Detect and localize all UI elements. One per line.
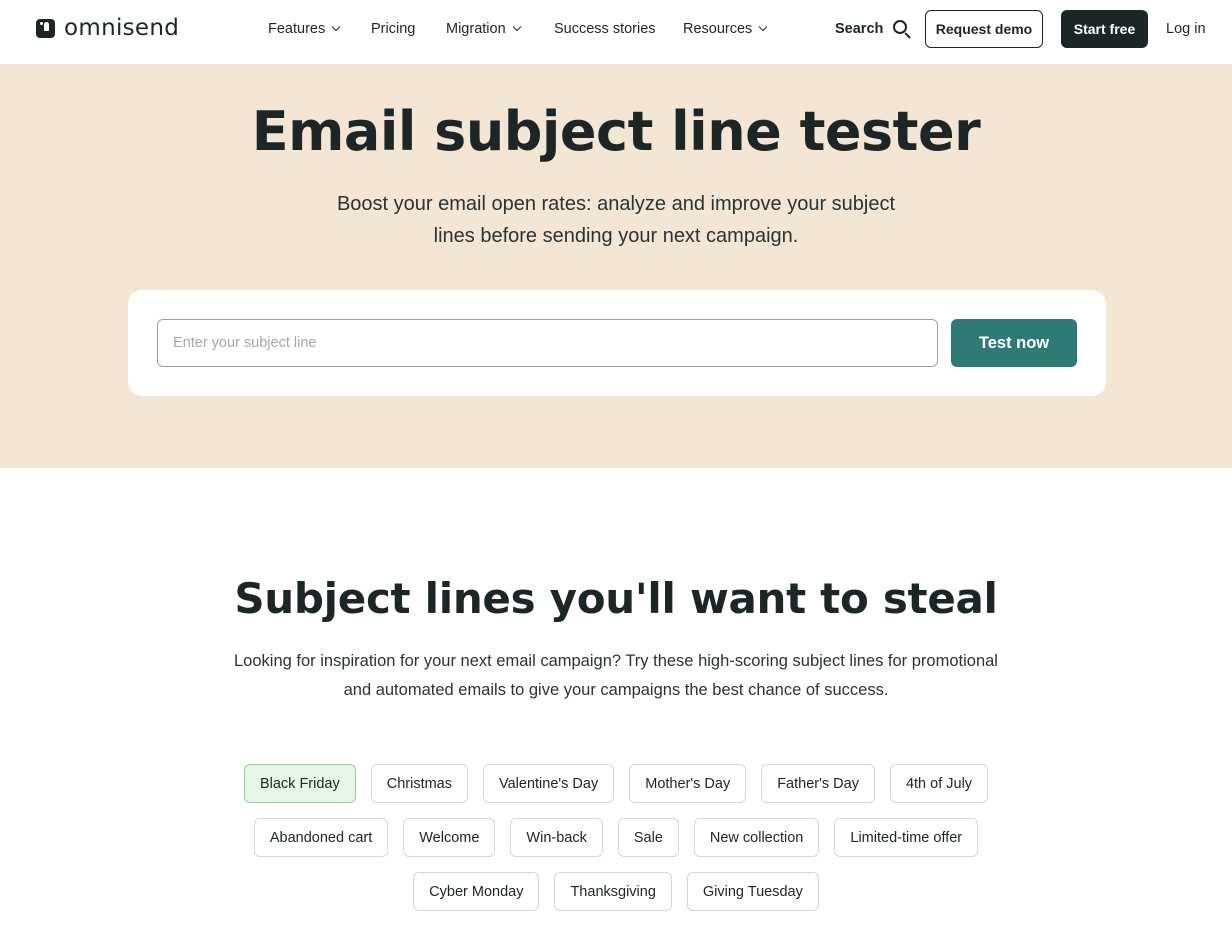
category-chip-abandoned-cart[interactable]: Abandoned cart (253, 818, 389, 857)
site-header: omnisend Features Pricing Migration Succ… (0, 0, 1232, 64)
category-chip-giving-tuesday[interactable]: Giving Tuesday (686, 872, 819, 911)
subject-tester-form: Test now (128, 290, 1106, 396)
category-chip-fathers-day[interactable]: Father's Day (761, 764, 875, 803)
nav-success-stories[interactable]: Success stories (554, 21, 656, 37)
section-title: Subject lines you'll want to steal (234, 574, 998, 623)
category-chip-black-friday[interactable]: Black Friday (243, 764, 356, 803)
nav-resources-label: Resources (683, 21, 753, 37)
category-chips-row-2: Abandoned cart Welcome Win-back Sale New… (0, 818, 1232, 857)
chevron-down-icon (512, 22, 521, 32)
omnisend-logo-icon (36, 18, 55, 38)
nav-pricing[interactable]: Pricing (371, 21, 415, 37)
nav-features[interactable]: Features (268, 21, 341, 37)
section-description: Looking for inspiration for your next em… (234, 652, 998, 699)
category-chip-valentines-day[interactable]: Valentine's Day (483, 764, 615, 803)
category-chip-cyber-monday[interactable]: Cyber Monday (413, 872, 540, 911)
hero-section: Email subject line tester Boost your ema… (0, 64, 1232, 468)
nav-migration[interactable]: Migration (446, 21, 521, 37)
category-chip-christmas[interactable]: Christmas (370, 764, 468, 803)
category-chip-mothers-day[interactable]: Mother's Day (629, 764, 747, 803)
category-chip-4th-of-july[interactable]: 4th of July (889, 764, 989, 803)
omnisend-logo[interactable]: omnisend (36, 16, 179, 40)
search-label: Search (835, 21, 884, 37)
logo-text: omnisend (64, 15, 180, 41)
nav-features-label: Features (268, 21, 326, 37)
chevron-down-icon (331, 22, 341, 32)
subject-line-input[interactable] (157, 319, 938, 367)
category-chip-win-back[interactable]: Win-back (510, 818, 603, 857)
hero-subtitle: Boost your email open rates: analyze and… (336, 193, 896, 247)
start-free-button[interactable]: Start free (1061, 10, 1148, 48)
category-chip-new-collection[interactable]: New collection (693, 818, 820, 857)
category-chip-thanksgiving[interactable]: Thanksgiving (554, 872, 672, 911)
test-now-button[interactable]: Test now (951, 319, 1077, 367)
nav-pricing-label: Pricing (371, 21, 416, 37)
nav-resources[interactable]: Resources (683, 21, 768, 37)
log-in-link[interactable]: Log in (1166, 21, 1206, 37)
category-chip-welcome[interactable]: Welcome (403, 818, 496, 857)
category-chip-sale[interactable]: Sale (617, 818, 679, 857)
category-chips-row-1: Black Friday Christmas Valentine's Day M… (0, 764, 1232, 803)
chevron-down-icon (759, 22, 768, 32)
request-demo-button[interactable]: Request demo (925, 10, 1043, 48)
search-icon (892, 19, 912, 39)
page-title: Email subject line tester (251, 100, 981, 163)
category-chip-limited-time-offer[interactable]: Limited-time offer (834, 818, 979, 857)
nav-success-stories-label: Success stories (554, 21, 656, 37)
nav-migration-label: Migration (446, 21, 506, 37)
category-chips-row-3: Cyber Monday Thanksgiving Giving Tuesday (0, 872, 1232, 911)
search-button[interactable]: Search (835, 19, 912, 39)
